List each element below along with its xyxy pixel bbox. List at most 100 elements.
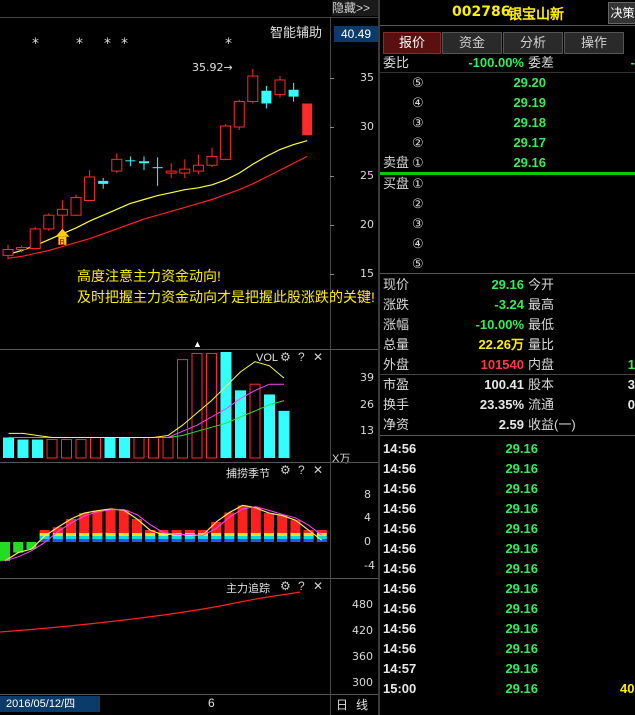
tick-row[interactable]: 14:56 29.16: [380, 579, 635, 599]
season-stripe: [158, 539, 169, 542]
tick-row[interactable]: 14:56 29.16: [380, 599, 635, 619]
season-stripe: [250, 536, 261, 539]
candle-body: [233, 101, 245, 128]
season-stripe: [132, 536, 142, 539]
volume-chart[interactable]: [0, 352, 330, 462]
stat-value: 29.16: [491, 277, 524, 292]
season-stripe: [264, 539, 274, 542]
main-track-line: [0, 591, 301, 633]
candle-body: [111, 158, 123, 172]
season-stripe: [224, 539, 235, 542]
tick-row[interactable]: 14:56 29.16: [380, 619, 635, 639]
sell-price: 29.18: [513, 115, 546, 130]
tick-price: 29.16: [505, 501, 538, 516]
stat-value: -3.24: [494, 297, 524, 312]
season-stripe: [250, 533, 261, 536]
season-stripe: [132, 530, 142, 533]
period-line-button[interactable]: 线: [356, 696, 368, 713]
buy-level: ⑤: [412, 256, 424, 271]
buy-level: ①: [412, 176, 424, 191]
candle-body: [192, 164, 204, 172]
season-stripe: [264, 530, 274, 533]
tick-row[interactable]: 14:56 29.16: [380, 519, 635, 539]
tick-time: 14:56: [383, 561, 417, 576]
stats-row: 净资 2.59 收益(一): [380, 415, 635, 435]
hide-button[interactable]: 隐藏>>: [332, 0, 378, 16]
tick-row[interactable]: 14:56 29.16: [380, 559, 635, 579]
season-stripe: [250, 530, 261, 533]
season-stripe: [105, 536, 116, 539]
season-stripe: [118, 539, 129, 542]
stats-row: 外盘 101540 内盘 1: [380, 355, 635, 375]
sell-row: ④ 29.19: [380, 93, 635, 113]
stat-label-2: 流通: [528, 397, 555, 412]
season-y-tick: 4: [364, 511, 371, 525]
stat-value: 2.59: [498, 417, 524, 432]
tick-row[interactable]: 14:56 29.16: [380, 459, 635, 479]
candle-body: [288, 89, 299, 97]
buy-signal-glyph: B: [59, 238, 65, 247]
stat-label: 涨幅: [383, 317, 410, 332]
season-chart[interactable]: [0, 463, 330, 578]
candle-body: [165, 170, 177, 174]
stat-label: 外盘: [383, 357, 410, 372]
stat-value-2: 1: [627, 357, 635, 372]
tick-row[interactable]: 15:00 29.16 40: [380, 679, 635, 699]
season-stripe: [66, 530, 76, 533]
season-stripe: [224, 530, 235, 533]
sell-level: ④: [412, 95, 424, 110]
stat-label-2: 量比: [528, 337, 555, 352]
y-tick-mark: [330, 127, 334, 128]
decision-button[interactable]: 决策: [608, 2, 635, 24]
volume-bar: [177, 359, 188, 459]
tab-operate[interactable]: 操作: [564, 32, 624, 54]
season-stripe: [105, 530, 116, 533]
volume-bar: [220, 352, 232, 458]
candle-body: [139, 161, 149, 164]
season-stripe: [52, 539, 63, 542]
season-stripe: [224, 533, 235, 536]
tick-row[interactable]: 14:56 29.16: [380, 479, 635, 499]
candle-body: [98, 180, 109, 184]
tick-row[interactable]: 14:56 29.16: [380, 499, 635, 519]
volume-bar: [46, 439, 58, 459]
marker-star: *: [121, 36, 128, 52]
stat-label-2: 最低: [528, 317, 555, 332]
stats-row: 涨跌 -3.24 最高: [380, 295, 635, 315]
season-stripe: [250, 539, 261, 542]
candle-body: [43, 214, 55, 230]
tick-time: 14:56: [383, 481, 417, 496]
season-y-tick: 0: [364, 535, 371, 548]
season-stripe: [224, 536, 235, 539]
track-y-tick: 420: [352, 624, 373, 637]
tick-volume: 40: [620, 681, 635, 696]
tick-price: 29.16: [505, 521, 538, 536]
season-stripe: [277, 539, 288, 542]
tick-time: 14:57: [383, 661, 417, 676]
main-track-chart[interactable]: [0, 580, 330, 693]
candle-body: [16, 247, 28, 250]
tab-quote[interactable]: 报价: [383, 32, 441, 54]
marker-star: *: [32, 36, 39, 52]
period-day-button[interactable]: 日: [336, 696, 348, 713]
tick-row[interactable]: 14:57 29.16: [380, 659, 635, 679]
season-stripe: [66, 539, 76, 542]
tick-price: 29.16: [505, 561, 538, 576]
season-stripe: [303, 539, 314, 542]
tab-funds[interactable]: 资金: [442, 32, 502, 54]
tick-row[interactable]: 14:56 29.16: [380, 439, 635, 459]
tab-analysis[interactable]: 分析: [503, 32, 563, 54]
y-tick-mark: [330, 274, 334, 275]
candle-body: [302, 103, 313, 136]
season-stripe: [118, 536, 129, 539]
season-y-tick: -4: [364, 558, 375, 572]
tick-row[interactable]: 14:56 29.16: [380, 639, 635, 659]
tick-row[interactable]: 14:56 29.16: [380, 539, 635, 559]
stat-label: 总量: [383, 337, 410, 352]
season-stripe: [66, 533, 76, 536]
collapse-arrow-icon[interactable]: ▲: [193, 339, 202, 349]
season-stripe: [171, 539, 182, 542]
volume-bar: [119, 437, 130, 458]
stock-code: 002786: [452, 4, 511, 20]
candle-body: [70, 197, 82, 216]
